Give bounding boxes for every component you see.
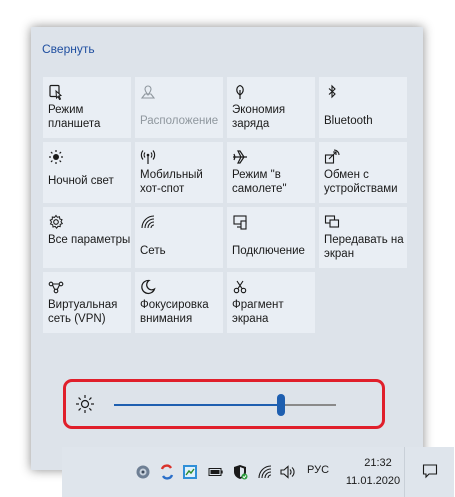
tile-label: Сеть (140, 245, 166, 257)
tile-label: Ночной свет (48, 175, 114, 187)
tile-label: Экономия заряда (232, 104, 286, 130)
clock-date[interactable]: 11.01.2020 (343, 475, 403, 487)
brightness-slider-track[interactable] (114, 394, 336, 416)
brightness-slider-thumb[interactable] (276, 394, 285, 416)
tile-label: Все параметры (48, 234, 131, 246)
project-icon (324, 214, 340, 230)
tablet-mode-icon (48, 84, 64, 100)
tile-tablet-mode[interactable]: Режим планшета (43, 77, 131, 138)
brightness-slider-fill (114, 404, 281, 406)
night-light-icon (48, 149, 64, 165)
connect-icon (232, 214, 248, 230)
tile-screen-snip[interactable]: Фрагмент экрана (227, 272, 315, 333)
notification-icon (422, 464, 438, 479)
tile-label: Подключение (232, 245, 305, 257)
screen-snip-icon (232, 279, 248, 295)
sync-app-icon[interactable] (159, 464, 175, 480)
taskbar: РУС 21:32 11.01.2020 (62, 447, 454, 497)
action-center-button[interactable] (404, 447, 454, 497)
network-icon (140, 214, 156, 230)
tile-battery-saver[interactable]: Экономия заряда (227, 77, 315, 138)
security-shield-icon[interactable] (232, 464, 248, 480)
nearby-sharing-icon (324, 149, 340, 165)
focus-assist-icon (140, 279, 156, 295)
clock-time[interactable]: 21:32 (353, 457, 403, 469)
battery-icon[interactable] (208, 464, 224, 480)
bluetooth-icon (324, 84, 340, 100)
tile-label: Режим планшета (48, 104, 101, 130)
tile-label: Фрагмент экрана (232, 299, 284, 325)
settings-gear-icon (48, 214, 64, 230)
tile-airplane-mode[interactable]: Режим "в самолете" (227, 142, 315, 203)
tile-label: Bluetooth (324, 115, 373, 127)
tile-label: Обмен с устройствами (324, 169, 398, 195)
airplane-icon (232, 149, 248, 165)
tile-night-light[interactable]: Ночной свет (43, 142, 131, 203)
tile-label: Передавать на экран (324, 234, 404, 260)
tile-label: Мобильный хот-спот (140, 169, 203, 195)
tile-connect[interactable]: Подключение (227, 207, 315, 268)
tile-label: Режим "в самолете" (232, 169, 287, 195)
tile-vpn[interactable]: Виртуальная сеть (VPN) (43, 272, 131, 333)
screenshot-app-icon[interactable] (182, 464, 198, 480)
tile-bluetooth[interactable]: Bluetooth (319, 77, 407, 138)
volume-icon[interactable] (279, 464, 295, 480)
tile-location[interactable]: Расположение (135, 77, 223, 138)
action-center-panel: Свернуть Режим планшета Расположение Эко… (31, 27, 454, 497)
vpn-icon (48, 279, 64, 295)
tile-all-settings[interactable]: Все параметры (43, 207, 131, 268)
brightness-slider-highlight (63, 379, 385, 429)
tile-nearby-sharing[interactable]: Обмен с устройствами (319, 142, 407, 203)
input-language-indicator[interactable]: РУС (307, 464, 329, 476)
mobile-hotspot-icon (140, 149, 156, 165)
wifi-icon[interactable] (257, 464, 273, 480)
location-icon (140, 84, 156, 100)
brightness-sun-icon (75, 394, 95, 414)
tile-mobile-hotspot[interactable]: Мобильный хот-спот (135, 142, 223, 203)
battery-saver-icon (232, 84, 248, 100)
tile-focus-assist[interactable]: Фокусировка внимания (135, 272, 223, 333)
tile-label: Расположение (140, 115, 219, 127)
app-circle-icon[interactable] (135, 464, 151, 480)
tile-project[interactable]: Передавать на экран (319, 207, 407, 268)
collapse-link[interactable]: Свернуть (42, 42, 95, 56)
tile-network[interactable]: Сеть (135, 207, 223, 268)
tile-label: Виртуальная сеть (VPN) (48, 299, 118, 325)
tile-label: Фокусировка внимания (140, 299, 209, 325)
